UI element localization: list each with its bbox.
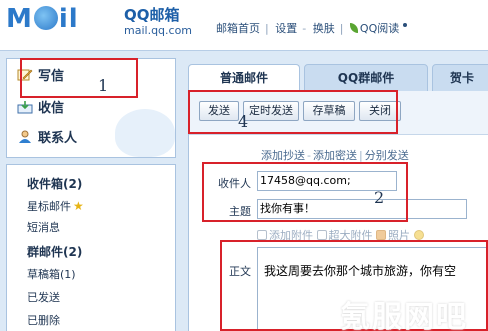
- link-separator: -: [307, 149, 311, 162]
- send-button[interactable]: 发送: [199, 101, 239, 121]
- link-separator: |: [358, 149, 363, 162]
- body-label: 正文: [229, 265, 251, 278]
- paperclip-icon: [257, 230, 267, 240]
- folder-drafts[interactable]: 草稿箱(1): [27, 266, 76, 282]
- folder-starred[interactable]: 星标邮件 ★: [27, 198, 84, 214]
- add-cc-link[interactable]: 添加抄送: [261, 149, 305, 162]
- contacts-button[interactable]: 联系人: [17, 129, 77, 149]
- write-mail-button[interactable]: 写信: [17, 67, 64, 87]
- nav-settings-link[interactable]: 设置: [275, 22, 297, 35]
- compose-toolbar: 发送 定时发送 存草稿 关闭: [189, 91, 488, 135]
- add-bcc-link[interactable]: 添加密送: [313, 149, 357, 162]
- large-attachment-link[interactable]: 超大附件: [329, 229, 373, 242]
- body-text: 我这周要去你那个城市旅游，你有空: [264, 264, 457, 278]
- folder-deleted[interactable]: 已删除: [27, 312, 60, 328]
- nav-skin-link[interactable]: 换肤: [313, 22, 335, 35]
- star-icon: ★: [73, 199, 84, 213]
- attachment-row: 添加附件 超大附件 照片: [257, 227, 426, 243]
- contacts-icon: [17, 130, 33, 144]
- inbox-label: 收信: [38, 101, 65, 116]
- mail-logo[interactable]: Mil: [6, 4, 124, 34]
- write-label: 写信: [38, 69, 65, 84]
- annotation-number: 2: [374, 188, 385, 207]
- folder-inbox[interactable]: 收件箱(2): [27, 175, 82, 192]
- site-watermark: 氪服网吧: [340, 300, 468, 331]
- nav-home-link[interactable]: 邮箱首页: [216, 22, 260, 35]
- folder-group-mail[interactable]: 群邮件(2): [27, 243, 82, 260]
- subject-label: 主题: [229, 205, 251, 218]
- inbox-icon: [17, 100, 33, 114]
- timed-send-button[interactable]: 定时发送: [243, 101, 299, 121]
- contacts-label: 联系人: [38, 131, 78, 146]
- nav-separator: |: [265, 22, 269, 35]
- photo-link[interactable]: 照片: [388, 229, 410, 242]
- nav-dash: -: [302, 22, 307, 35]
- leaf-icon: [349, 23, 358, 33]
- subject-field[interactable]: 找你有事！: [257, 199, 467, 219]
- tab-normal-mail[interactable]: 普通邮件: [188, 64, 300, 92]
- sidebar-actions: 写信 收信 联系人: [6, 58, 176, 158]
- close-button[interactable]: 关闭: [359, 101, 401, 121]
- to-label: 收件人: [218, 177, 251, 190]
- tab-greeting-card[interactable]: 贺卡: [432, 64, 488, 92]
- save-draft-button[interactable]: 存草稿: [303, 101, 355, 121]
- cc-links: 添加抄送 - 添加密送 | 分别发送: [261, 147, 409, 163]
- emoji-icon[interactable]: [413, 230, 424, 240]
- large-file-icon: [316, 230, 327, 240]
- folder-sent[interactable]: 已发送: [27, 289, 60, 305]
- top-header: Mil QQ邮箱 mail.qq.com 邮箱首页 | 设置 - 换肤 | QQ阅读: [0, 0, 488, 50]
- tab-qq-group-mail[interactable]: QQ群邮件: [304, 64, 428, 92]
- top-nav: 邮箱首页 | 设置 - 换肤 | QQ阅读: [216, 20, 409, 36]
- compose-tabs: 普通邮件 QQ群邮件 贺卡: [182, 64, 488, 92]
- nav-reader-link[interactable]: QQ阅读: [360, 22, 399, 35]
- add-attachment-link[interactable]: 添加附件: [269, 229, 313, 242]
- photo-icon: [376, 230, 386, 240]
- folder-list: 收件箱(2) 星标邮件 ★ 短消息 群邮件(2) 草稿箱(1) 已发送 已删除: [6, 164, 176, 331]
- annotation-number: 1: [98, 76, 109, 95]
- folder-starred-label: 星标邮件: [27, 200, 71, 213]
- annotation-number: 4: [238, 112, 249, 131]
- dot-icon: [403, 23, 408, 27]
- pencil-icon: [17, 68, 33, 82]
- folder-sms[interactable]: 短消息: [27, 219, 60, 235]
- brand-title: QQ邮箱: [124, 6, 180, 24]
- nav-separator: |: [339, 22, 344, 35]
- penguin-watermark-icon: [115, 109, 175, 157]
- separate-send-link[interactable]: 分别发送: [365, 149, 409, 162]
- inbox-button[interactable]: 收信: [17, 99, 64, 119]
- brand-domain: mail.qq.com: [124, 24, 193, 37]
